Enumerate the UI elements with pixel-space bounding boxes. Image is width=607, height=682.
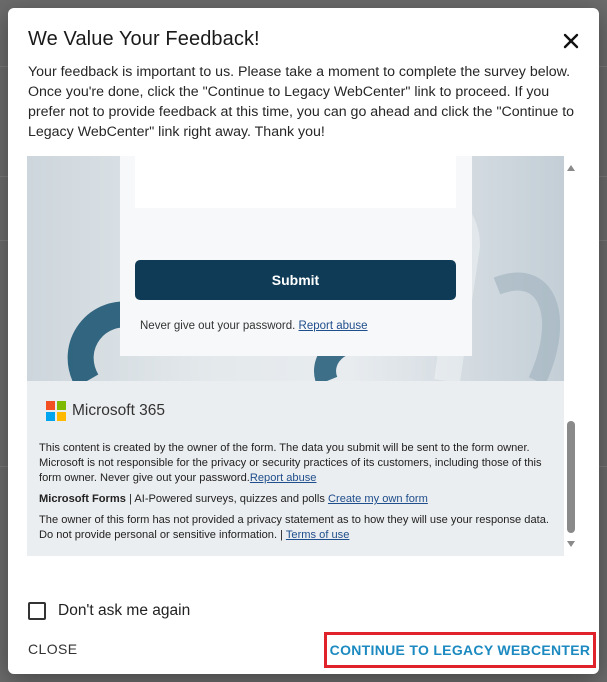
password-note: Never give out your password. Report abu… [140, 320, 368, 332]
microsoft-logo-icon [46, 401, 66, 421]
ms-forms-line: Microsoft Forms | AI-Powered surveys, qu… [39, 492, 549, 507]
forms-tagline: | AI-Powered surveys, quizzes and polls [125, 493, 328, 505]
create-form-link[interactable]: Create my own form [328, 493, 428, 505]
submit-button[interactable]: Submit [135, 260, 456, 300]
terms-of-use-link[interactable]: Terms of use [286, 529, 350, 541]
survey-scroll-area: Submit Never give out your password. Rep… [27, 156, 564, 556]
microsoft-365-label: Microsoft 365 [72, 402, 166, 419]
form-question-area [135, 156, 456, 208]
modal-title: We Value Your Feedback! [28, 28, 260, 50]
dont-ask-checkbox[interactable] [28, 602, 46, 620]
password-note-text: Never give out your password. [140, 320, 296, 332]
continue-legacy-webcenter-button[interactable]: CONTINUE TO LEGACY WEBCENTER [324, 632, 596, 668]
close-icon-button[interactable] [557, 27, 585, 55]
scrollbar-thumb[interactable] [567, 421, 575, 533]
scroll-down-icon[interactable] [567, 541, 575, 547]
embed-scrollbar[interactable] [564, 156, 579, 556]
form-card: Submit Never give out your password. Rep… [120, 156, 472, 356]
forms-brand: Microsoft Forms [39, 493, 126, 505]
ms-privacy-line: The owner of this form has not provided … [39, 513, 549, 543]
report-abuse-link[interactable]: Report abuse [299, 320, 368, 332]
feedback-modal: We Value Your Feedback! Your feedback is… [8, 8, 599, 674]
scroll-up-icon[interactable] [567, 165, 575, 171]
microsoft-365-logo: Microsoft 365 [46, 401, 165, 421]
close-button[interactable]: CLOSE [28, 641, 77, 657]
dont-ask-label: Don't ask me again [58, 602, 191, 619]
close-icon [563, 33, 579, 49]
survey-embed-frame[interactable]: Submit Never give out your password. Rep… [27, 156, 579, 556]
disclaimer-report-abuse-link[interactable]: Report abuse [250, 472, 317, 484]
modal-description: Your feedback is important to us. Please… [28, 64, 575, 140]
ms-disclaimer: This content is created by the owner of … [39, 441, 549, 486]
dont-ask-checkbox-row[interactable]: Don't ask me again [28, 602, 190, 620]
microsoft-forms-footer: Microsoft 365 This content is created by… [27, 381, 564, 556]
